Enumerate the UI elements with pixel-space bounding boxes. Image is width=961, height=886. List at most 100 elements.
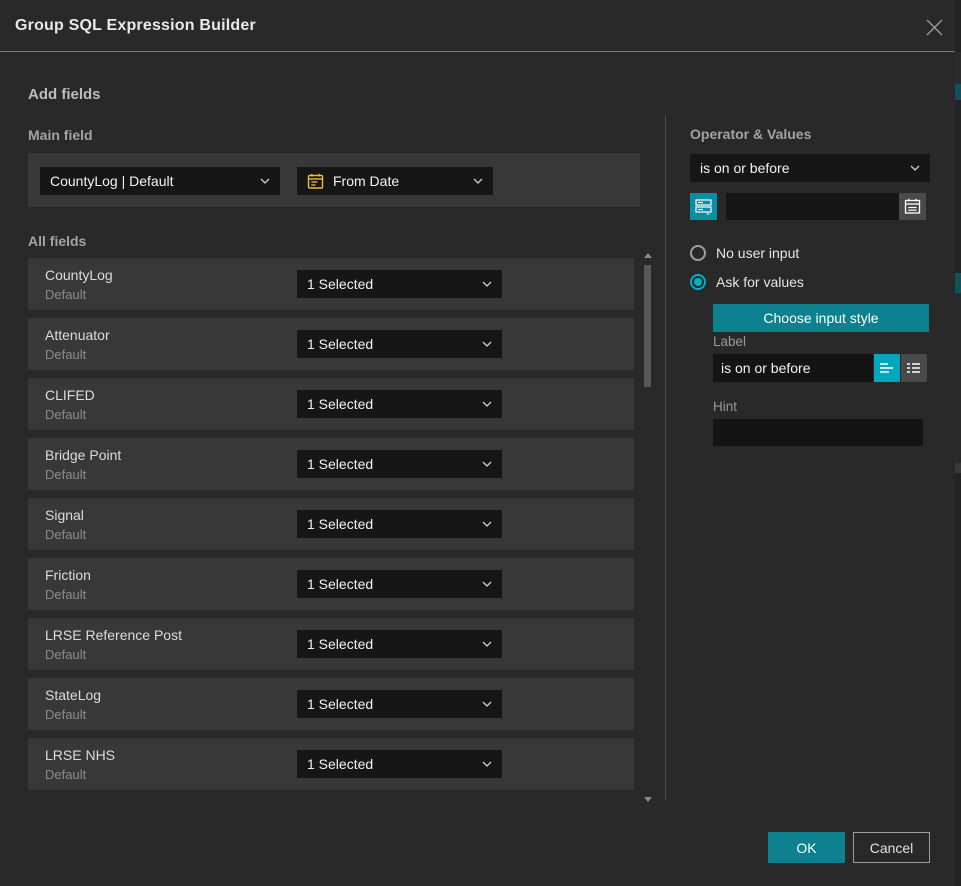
field-selected-dropdown[interactable]: 1 Selected [297, 390, 502, 418]
scrollbar-thumb[interactable] [644, 265, 651, 387]
close-button[interactable] [921, 14, 947, 40]
main-field-dropdown[interactable]: From Date [297, 167, 493, 195]
label-field-label: Label [713, 334, 746, 349]
field-selected-dropdown-label: 1 Selected [307, 696, 373, 712]
label-input[interactable] [713, 354, 873, 382]
field-name: Bridge Point [45, 447, 121, 463]
chevron-down-icon [482, 461, 492, 467]
chevron-down-icon [482, 281, 492, 287]
bullet-list-icon [906, 361, 922, 375]
chevron-down-icon [910, 165, 920, 171]
label-style-list-button[interactable] [901, 354, 927, 382]
field-row: Bridge Point Default 1 Selected [28, 438, 634, 490]
field-sublabel: Default [45, 707, 86, 722]
field-selected-dropdown-label: 1 Selected [307, 336, 373, 352]
field-name: StateLog [45, 687, 101, 703]
field-selected-dropdown[interactable]: 1 Selected [297, 510, 502, 538]
chevron-down-icon [482, 761, 492, 767]
chevron-down-icon [482, 521, 492, 527]
dialog-title: Group SQL Expression Builder [15, 0, 256, 52]
field-row: Friction Default 1 Selected [28, 558, 634, 610]
chevron-down-icon [482, 581, 492, 587]
field-sublabel: Default [45, 347, 86, 362]
chevron-down-icon [482, 341, 492, 347]
operator-dropdown[interactable]: is on or before [690, 154, 930, 182]
field-selected-dropdown-label: 1 Selected [307, 636, 373, 652]
field-name: CLIFED [45, 387, 95, 403]
field-row: LRSE NHS Default 1 Selected [28, 738, 634, 790]
field-name: CountyLog [45, 267, 113, 283]
chevron-down-icon [260, 178, 270, 184]
hint-input[interactable] [713, 419, 923, 446]
field-selected-dropdown-label: 1 Selected [307, 396, 373, 412]
field-sublabel: Default [45, 527, 86, 542]
field-selected-dropdown[interactable]: 1 Selected [297, 690, 502, 718]
add-fields-heading: Add fields [28, 86, 101, 103]
radio-circle-icon [690, 245, 706, 261]
all-fields-list: CountyLog Default 1 Selected Attenuator … [28, 258, 634, 798]
field-name: LRSE NHS [45, 747, 115, 763]
background-app-edge [955, 0, 961, 886]
field-selected-dropdown-label: 1 Selected [307, 516, 373, 532]
radio-no-user-input[interactable]: No user input [690, 245, 799, 261]
field-sublabel: Default [45, 767, 86, 782]
chevron-down-icon [482, 401, 492, 407]
calendar-icon [904, 198, 921, 215]
field-sublabel: Default [45, 647, 86, 662]
field-row: CountyLog Default 1 Selected [28, 258, 634, 310]
main-field-box: CountyLog | Default From Date [28, 153, 640, 207]
layer-dropdown[interactable]: CountyLog | Default [40, 167, 280, 195]
field-selected-dropdown[interactable]: 1 Selected [297, 270, 502, 298]
group-sql-expression-builder-dialog: Group SQL Expression Builder Add fields … [0, 0, 961, 886]
radio-selected-icon [690, 274, 706, 290]
field-selected-dropdown-label: 1 Selected [307, 276, 373, 292]
field-selected-dropdown[interactable]: 1 Selected [297, 570, 502, 598]
date-picker-button[interactable] [899, 193, 926, 220]
radio-ask-for-values[interactable]: Ask for values [690, 274, 804, 290]
label-style-text-button[interactable] [874, 354, 900, 382]
field-name: Signal [45, 507, 84, 523]
field-selected-dropdown-label: 1 Selected [307, 456, 373, 472]
radio-ask-for-values-label: Ask for values [716, 274, 804, 290]
field-row: LRSE Reference Post Default 1 Selected [28, 618, 634, 670]
panel-divider [665, 115, 666, 800]
chevron-down-icon [473, 178, 483, 184]
chevron-down-icon [482, 641, 492, 647]
hint-field-label: Hint [713, 399, 737, 414]
cancel-button[interactable]: Cancel [853, 832, 930, 863]
align-left-icon [879, 361, 895, 375]
value-input[interactable] [726, 193, 899, 220]
chevron-down-icon [482, 701, 492, 707]
operator-dropdown-value: is on or before [700, 160, 790, 176]
main-field-heading: Main field [28, 127, 93, 143]
field-name: Friction [45, 567, 91, 583]
all-fields-heading: All fields [28, 233, 86, 249]
scrollbar-down-arrow[interactable] [644, 797, 652, 802]
ok-button[interactable]: OK [768, 832, 845, 863]
field-row: Signal Default 1 Selected [28, 498, 634, 550]
field-row: CLIFED Default 1 Selected [28, 378, 634, 430]
field-row: Attenuator Default 1 Selected [28, 318, 634, 370]
calendar-icon [307, 173, 324, 190]
close-icon [926, 19, 943, 36]
field-selected-dropdown-label: 1 Selected [307, 756, 373, 772]
field-sublabel: Default [45, 407, 86, 422]
choose-input-style-button[interactable]: Choose input style [713, 304, 929, 332]
unique-values-button[interactable] [690, 193, 717, 220]
layer-dropdown-value: CountyLog | Default [50, 173, 174, 189]
field-row: StateLog Default 1 Selected [28, 678, 634, 730]
radio-no-user-input-label: No user input [716, 245, 799, 261]
field-selected-dropdown[interactable]: 1 Selected [297, 450, 502, 478]
field-name: LRSE Reference Post [45, 627, 182, 643]
operator-values-heading: Operator & Values [690, 126, 811, 142]
scrollbar-up-arrow[interactable] [644, 253, 652, 258]
field-selected-dropdown[interactable]: 1 Selected [297, 330, 502, 358]
field-sublabel: Default [45, 587, 86, 602]
field-selected-dropdown[interactable]: 1 Selected [297, 630, 502, 658]
dialog-titlebar: Group SQL Expression Builder [0, 0, 961, 52]
main-field-dropdown-value: From Date [333, 173, 399, 189]
unique-values-icon [695, 198, 712, 215]
field-sublabel: Default [45, 287, 86, 302]
field-selected-dropdown[interactable]: 1 Selected [297, 750, 502, 778]
field-name: Attenuator [45, 327, 110, 343]
